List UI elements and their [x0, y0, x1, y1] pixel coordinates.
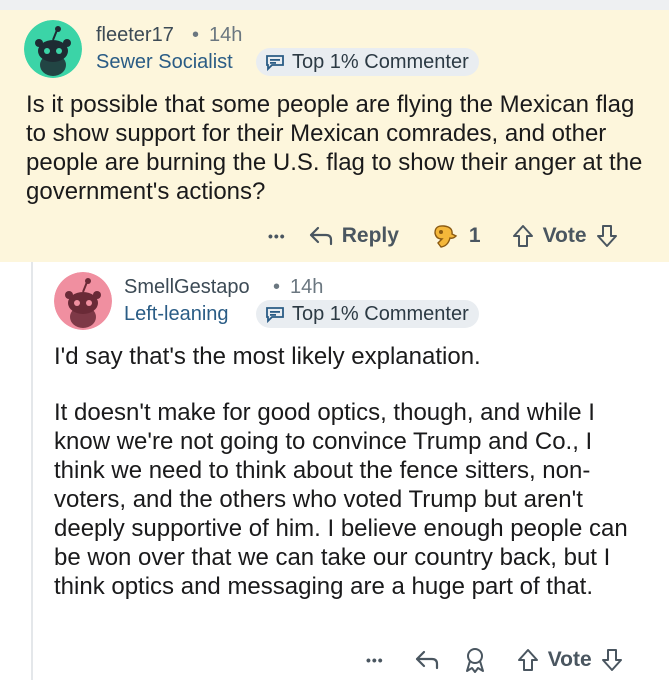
award-icon[interactable] [429, 221, 459, 251]
comment-actions: ••• Reply 1 Vote [268, 220, 619, 252]
award-icon[interactable] [462, 646, 488, 674]
vote-label: Vote [547, 648, 592, 671]
upvote-arrow-icon[interactable] [511, 223, 535, 249]
comment-paragraph: It doesn't make for good optics, though,… [54, 399, 628, 600]
top-commenter-badge-icon [266, 307, 284, 324]
thread-line[interactable] [31, 262, 33, 680]
snoo-avatar-icon [54, 272, 112, 330]
meta-separator: • [273, 276, 281, 298]
top-commenter-badge-icon [266, 55, 284, 72]
top-commenter-badge: Top 1% Commenter [256, 48, 479, 76]
vote-label: Vote [542, 224, 587, 247]
comment-body: Is it possible that some people are flyi… [26, 91, 643, 205]
snoo-avatar-icon [24, 20, 82, 78]
comment-actions: ••• Vote [366, 644, 624, 676]
badge-label: Top 1% Commenter [292, 50, 469, 73]
comment-paragraph: I'd say that's the most likely explanati… [54, 343, 481, 370]
username[interactable]: SmellGestapo [124, 276, 250, 299]
badge-label: Top 1% Commenter [292, 302, 469, 325]
downvote-arrow-icon[interactable] [600, 647, 624, 673]
top-separator-bar [0, 0, 669, 10]
timestamp: 14h [209, 24, 243, 46]
user-flair: Sewer Socialist [96, 51, 233, 73]
meta-separator: • [192, 24, 200, 46]
user-flair: Left-leaning [124, 303, 229, 325]
more-options-icon[interactable]: ••• [268, 228, 286, 244]
upvote-arrow-icon[interactable] [516, 647, 540, 673]
downvote-arrow-icon[interactable] [595, 223, 619, 249]
timestamp: 14h [290, 276, 324, 298]
reply-arrow-icon[interactable] [414, 649, 440, 671]
top-commenter-badge: Top 1% Commenter [256, 300, 479, 328]
more-options-icon[interactable]: ••• [366, 652, 384, 668]
comment-fleeter17: fleeter17 • 14h Sewer Socialist Top 1% C… [0, 10, 669, 262]
reply-button[interactable]: Reply [342, 224, 399, 248]
reply-arrow-icon[interactable] [308, 225, 334, 247]
avatar[interactable] [24, 20, 82, 78]
avatar[interactable] [54, 272, 112, 330]
award-count: 1 [468, 224, 481, 247]
username[interactable]: fleeter17 [96, 24, 174, 47]
